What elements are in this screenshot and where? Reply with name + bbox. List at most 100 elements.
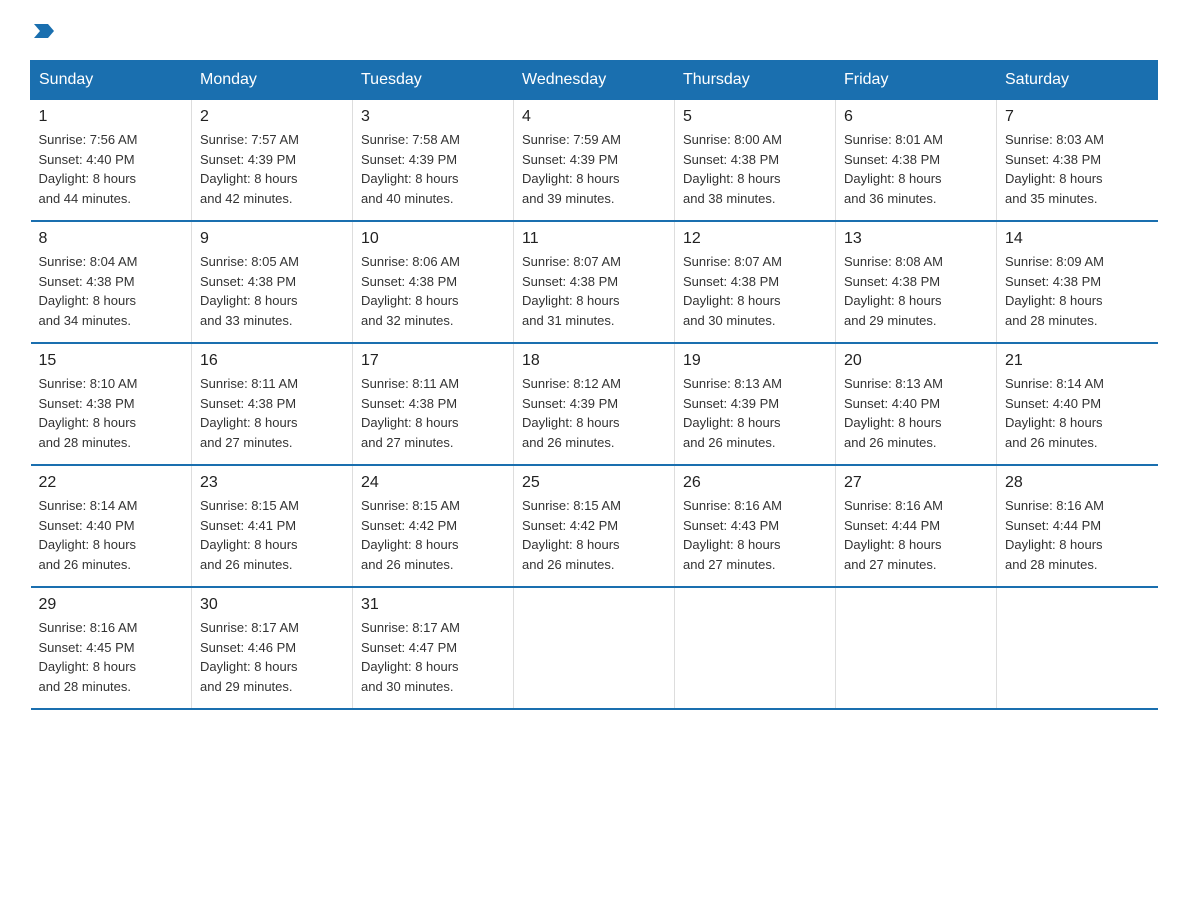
day-cell bbox=[997, 587, 1158, 709]
day-cell: 19 Sunrise: 8:13 AMSunset: 4:39 PMDaylig… bbox=[675, 343, 836, 465]
day-cell: 26 Sunrise: 8:16 AMSunset: 4:43 PMDaylig… bbox=[675, 465, 836, 587]
day-cell: 31 Sunrise: 8:17 AMSunset: 4:47 PMDaylig… bbox=[353, 587, 514, 709]
day-info: Sunrise: 8:09 AMSunset: 4:38 PMDaylight:… bbox=[1005, 252, 1150, 330]
day-number: 5 bbox=[683, 108, 827, 126]
day-info: Sunrise: 8:16 AMSunset: 4:45 PMDaylight:… bbox=[39, 618, 184, 696]
day-number: 24 bbox=[361, 474, 505, 492]
day-info: Sunrise: 8:12 AMSunset: 4:39 PMDaylight:… bbox=[522, 374, 666, 452]
day-number: 19 bbox=[683, 352, 827, 370]
day-cell: 4 Sunrise: 7:59 AMSunset: 4:39 PMDayligh… bbox=[514, 100, 675, 222]
day-info: Sunrise: 8:16 AMSunset: 4:43 PMDaylight:… bbox=[683, 496, 827, 574]
day-number: 14 bbox=[1005, 230, 1150, 248]
day-cell: 13 Sunrise: 8:08 AMSunset: 4:38 PMDaylig… bbox=[836, 221, 997, 343]
day-number: 3 bbox=[361, 108, 505, 126]
week-row-2: 8 Sunrise: 8:04 AMSunset: 4:38 PMDayligh… bbox=[31, 221, 1158, 343]
day-info: Sunrise: 7:57 AMSunset: 4:39 PMDaylight:… bbox=[200, 130, 344, 208]
day-number: 28 bbox=[1005, 474, 1150, 492]
day-cell: 28 Sunrise: 8:16 AMSunset: 4:44 PMDaylig… bbox=[997, 465, 1158, 587]
day-cell: 27 Sunrise: 8:16 AMSunset: 4:44 PMDaylig… bbox=[836, 465, 997, 587]
day-number: 1 bbox=[39, 108, 184, 126]
day-cell: 29 Sunrise: 8:16 AMSunset: 4:45 PMDaylig… bbox=[31, 587, 192, 709]
logo-arrow-icon bbox=[32, 20, 54, 42]
day-info: Sunrise: 8:07 AMSunset: 4:38 PMDaylight:… bbox=[683, 252, 827, 330]
day-number: 22 bbox=[39, 474, 184, 492]
week-row-1: 1 Sunrise: 7:56 AMSunset: 4:40 PMDayligh… bbox=[31, 100, 1158, 222]
weekday-header-monday: Monday bbox=[192, 61, 353, 100]
day-number: 11 bbox=[522, 230, 666, 248]
page-header bbox=[30, 20, 1158, 42]
day-cell bbox=[836, 587, 997, 709]
day-number: 10 bbox=[361, 230, 505, 248]
day-number: 18 bbox=[522, 352, 666, 370]
day-cell: 30 Sunrise: 8:17 AMSunset: 4:46 PMDaylig… bbox=[192, 587, 353, 709]
weekday-header-sunday: Sunday bbox=[31, 61, 192, 100]
day-cell: 25 Sunrise: 8:15 AMSunset: 4:42 PMDaylig… bbox=[514, 465, 675, 587]
day-number: 29 bbox=[39, 596, 184, 614]
day-number: 25 bbox=[522, 474, 666, 492]
week-row-3: 15 Sunrise: 8:10 AMSunset: 4:38 PMDaylig… bbox=[31, 343, 1158, 465]
day-number: 9 bbox=[200, 230, 344, 248]
day-info: Sunrise: 8:11 AMSunset: 4:38 PMDaylight:… bbox=[200, 374, 344, 452]
day-cell: 18 Sunrise: 8:12 AMSunset: 4:39 PMDaylig… bbox=[514, 343, 675, 465]
day-cell: 20 Sunrise: 8:13 AMSunset: 4:40 PMDaylig… bbox=[836, 343, 997, 465]
day-info: Sunrise: 8:08 AMSunset: 4:38 PMDaylight:… bbox=[844, 252, 988, 330]
weekday-header-friday: Friday bbox=[836, 61, 997, 100]
logo bbox=[30, 20, 54, 42]
weekday-header-wednesday: Wednesday bbox=[514, 61, 675, 100]
day-number: 16 bbox=[200, 352, 344, 370]
day-info: Sunrise: 7:58 AMSunset: 4:39 PMDaylight:… bbox=[361, 130, 505, 208]
day-info: Sunrise: 8:14 AMSunset: 4:40 PMDaylight:… bbox=[39, 496, 184, 574]
weekday-header-tuesday: Tuesday bbox=[353, 61, 514, 100]
day-cell: 9 Sunrise: 8:05 AMSunset: 4:38 PMDayligh… bbox=[192, 221, 353, 343]
weekday-header-saturday: Saturday bbox=[997, 61, 1158, 100]
day-info: Sunrise: 8:10 AMSunset: 4:38 PMDaylight:… bbox=[39, 374, 184, 452]
day-number: 13 bbox=[844, 230, 988, 248]
day-number: 26 bbox=[683, 474, 827, 492]
day-info: Sunrise: 8:16 AMSunset: 4:44 PMDaylight:… bbox=[844, 496, 988, 574]
day-info: Sunrise: 7:59 AMSunset: 4:39 PMDaylight:… bbox=[522, 130, 666, 208]
day-info: Sunrise: 8:04 AMSunset: 4:38 PMDaylight:… bbox=[39, 252, 184, 330]
day-number: 15 bbox=[39, 352, 184, 370]
day-number: 12 bbox=[683, 230, 827, 248]
day-info: Sunrise: 8:05 AMSunset: 4:38 PMDaylight:… bbox=[200, 252, 344, 330]
day-cell: 16 Sunrise: 8:11 AMSunset: 4:38 PMDaylig… bbox=[192, 343, 353, 465]
day-number: 4 bbox=[522, 108, 666, 126]
day-cell: 24 Sunrise: 8:15 AMSunset: 4:42 PMDaylig… bbox=[353, 465, 514, 587]
day-cell: 15 Sunrise: 8:10 AMSunset: 4:38 PMDaylig… bbox=[31, 343, 192, 465]
day-number: 8 bbox=[39, 230, 184, 248]
week-row-5: 29 Sunrise: 8:16 AMSunset: 4:45 PMDaylig… bbox=[31, 587, 1158, 709]
day-info: Sunrise: 8:00 AMSunset: 4:38 PMDaylight:… bbox=[683, 130, 827, 208]
day-info: Sunrise: 8:03 AMSunset: 4:38 PMDaylight:… bbox=[1005, 130, 1150, 208]
day-cell: 6 Sunrise: 8:01 AMSunset: 4:38 PMDayligh… bbox=[836, 100, 997, 222]
day-cell: 1 Sunrise: 7:56 AMSunset: 4:40 PMDayligh… bbox=[31, 100, 192, 222]
weekday-header-thursday: Thursday bbox=[675, 61, 836, 100]
week-row-4: 22 Sunrise: 8:14 AMSunset: 4:40 PMDaylig… bbox=[31, 465, 1158, 587]
day-cell: 23 Sunrise: 8:15 AMSunset: 4:41 PMDaylig… bbox=[192, 465, 353, 587]
day-number: 23 bbox=[200, 474, 344, 492]
day-info: Sunrise: 8:16 AMSunset: 4:44 PMDaylight:… bbox=[1005, 496, 1150, 574]
day-info: Sunrise: 8:17 AMSunset: 4:46 PMDaylight:… bbox=[200, 618, 344, 696]
day-info: Sunrise: 8:14 AMSunset: 4:40 PMDaylight:… bbox=[1005, 374, 1150, 452]
day-info: Sunrise: 8:13 AMSunset: 4:40 PMDaylight:… bbox=[844, 374, 988, 452]
day-cell: 21 Sunrise: 8:14 AMSunset: 4:40 PMDaylig… bbox=[997, 343, 1158, 465]
day-number: 17 bbox=[361, 352, 505, 370]
day-cell: 14 Sunrise: 8:09 AMSunset: 4:38 PMDaylig… bbox=[997, 221, 1158, 343]
day-info: Sunrise: 8:11 AMSunset: 4:38 PMDaylight:… bbox=[361, 374, 505, 452]
day-number: 31 bbox=[361, 596, 505, 614]
day-number: 7 bbox=[1005, 108, 1150, 126]
day-number: 2 bbox=[200, 108, 344, 126]
day-number: 20 bbox=[844, 352, 988, 370]
day-info: Sunrise: 8:01 AMSunset: 4:38 PMDaylight:… bbox=[844, 130, 988, 208]
weekday-header-row: SundayMondayTuesdayWednesdayThursdayFrid… bbox=[31, 61, 1158, 100]
day-cell bbox=[514, 587, 675, 709]
day-cell: 10 Sunrise: 8:06 AMSunset: 4:38 PMDaylig… bbox=[353, 221, 514, 343]
day-info: Sunrise: 8:17 AMSunset: 4:47 PMDaylight:… bbox=[361, 618, 505, 696]
day-cell: 17 Sunrise: 8:11 AMSunset: 4:38 PMDaylig… bbox=[353, 343, 514, 465]
day-info: Sunrise: 8:06 AMSunset: 4:38 PMDaylight:… bbox=[361, 252, 505, 330]
day-number: 30 bbox=[200, 596, 344, 614]
day-cell: 3 Sunrise: 7:58 AMSunset: 4:39 PMDayligh… bbox=[353, 100, 514, 222]
day-number: 21 bbox=[1005, 352, 1150, 370]
day-cell: 7 Sunrise: 8:03 AMSunset: 4:38 PMDayligh… bbox=[997, 100, 1158, 222]
day-info: Sunrise: 8:07 AMSunset: 4:38 PMDaylight:… bbox=[522, 252, 666, 330]
day-cell: 11 Sunrise: 8:07 AMSunset: 4:38 PMDaylig… bbox=[514, 221, 675, 343]
